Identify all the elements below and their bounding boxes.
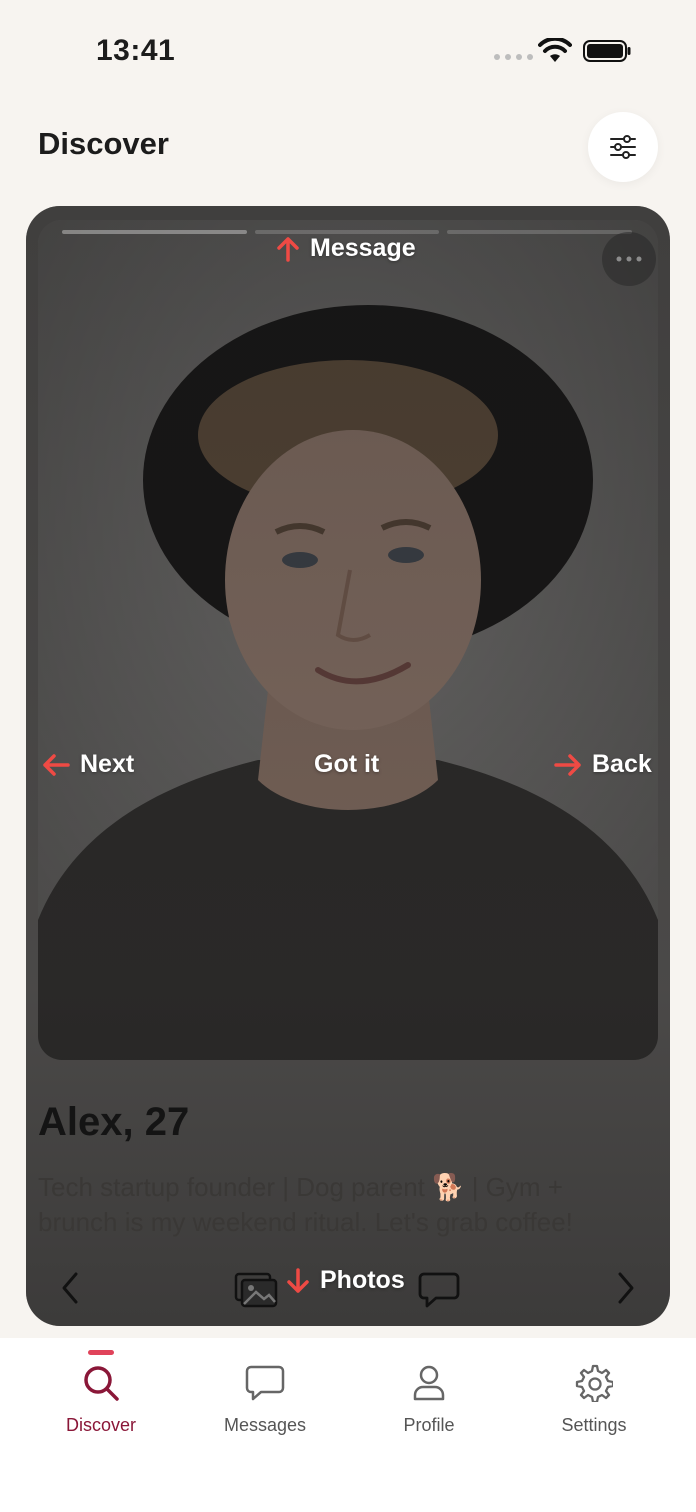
hint-swipe-left: Next	[42, 750, 134, 779]
tab-profile-label: Profile	[403, 1415, 455, 1435]
status-time: 13:41	[96, 34, 176, 67]
search-icon	[84, 1366, 119, 1401]
chevron-right-icon	[618, 1272, 634, 1304]
battery-icon	[583, 40, 631, 62]
next-button[interactable]	[610, 1270, 640, 1311]
tab-messages-label: Messages	[223, 1415, 307, 1435]
arrow-right-icon	[554, 753, 581, 776]
profile-photo[interactable]	[38, 220, 658, 1060]
hint-swipe-right: Back	[554, 750, 652, 779]
arrow-left-icon	[43, 753, 70, 776]
profile-card[interactable]: Message Next Got it Back Alex, 27 Tech s…	[26, 206, 670, 1326]
tab-profile[interactable]: Profile	[342, 1338, 516, 1448]
ellipsis-icon	[616, 256, 642, 262]
got-it-label: Got it	[314, 750, 380, 778]
chevron-left-icon	[62, 1272, 78, 1304]
filter-button[interactable]	[588, 112, 658, 182]
tab-discover-label: Discover	[65, 1415, 136, 1435]
message-icon[interactable]	[418, 1270, 460, 1310]
hint-left-label: Next	[80, 750, 135, 778]
page-title: Discover	[38, 126, 169, 161]
tab-discover[interactable]: Discover	[14, 1338, 188, 1448]
sliders-icon	[610, 135, 636, 159]
profile-bio: Tech startup founder | Dog parent 🐕 | Gy…	[38, 1172, 573, 1237]
tab-settings-label: Settings	[561, 1415, 627, 1435]
tab-settings[interactable]: Settings	[507, 1338, 681, 1448]
cellular-signal-icon	[494, 54, 533, 60]
profile-photo-illustration	[38, 220, 658, 1060]
wifi-icon	[538, 38, 572, 62]
hint-swipe-down: Photos	[286, 1266, 405, 1295]
gear-icon	[575, 1364, 613, 1402]
tab-bar: Discover Messages Profile Settings	[0, 1338, 696, 1512]
more-options-button[interactable]	[602, 232, 656, 286]
arrow-up-icon	[277, 236, 299, 262]
person-icon	[413, 1365, 445, 1401]
hint-down-label: Photos	[320, 1266, 405, 1294]
chat-bubble-icon	[245, 1365, 285, 1401]
photos-icon[interactable]	[234, 1272, 278, 1308]
arrow-down-icon	[287, 1267, 309, 1293]
previous-button[interactable]	[56, 1270, 86, 1311]
profile-name-age: Alex, 27	[38, 1100, 190, 1144]
active-tab-indicator	[88, 1350, 114, 1355]
tab-messages[interactable]: Messages	[178, 1338, 352, 1448]
got-it-button[interactable]: Got it	[314, 750, 379, 779]
hint-right-label: Back	[592, 750, 652, 778]
status-bar: 13:41	[0, 0, 696, 100]
hint-up-label: Message	[310, 234, 416, 262]
hint-swipe-up: Message	[276, 234, 416, 263]
